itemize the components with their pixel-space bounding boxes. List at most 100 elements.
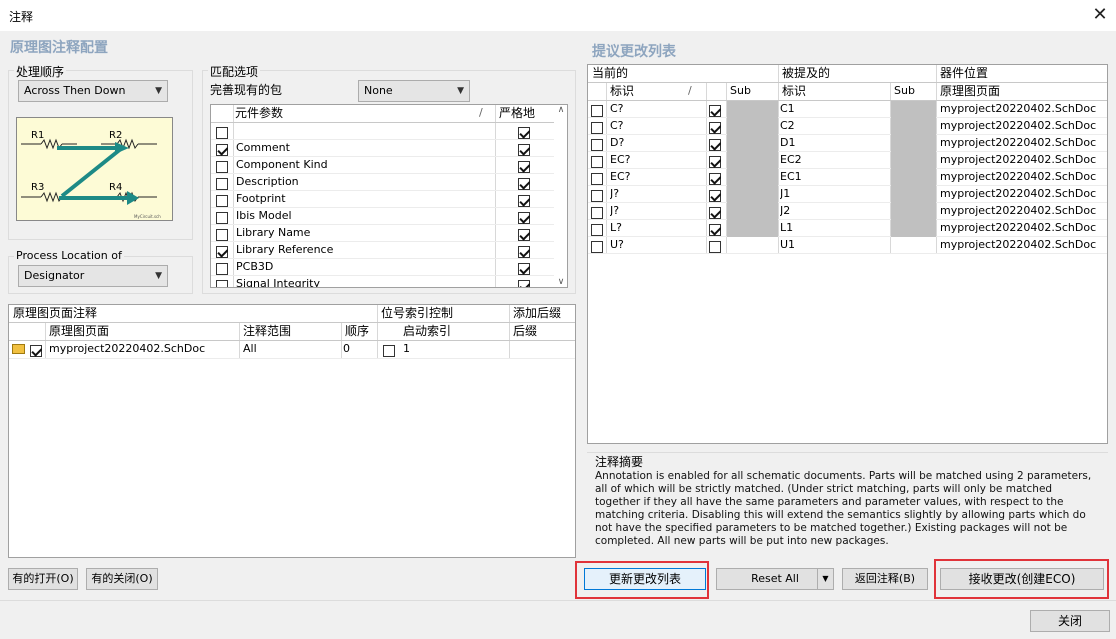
scroll-down-icon[interactable]: ∨ bbox=[554, 277, 567, 287]
col-current-id[interactable]: 标识 bbox=[610, 83, 634, 100]
current-id: D? bbox=[610, 136, 625, 149]
right-section-title: 提议更改列表 bbox=[592, 44, 676, 60]
sheet-row-checkbox[interactable] bbox=[30, 343, 42, 360]
param-row[interactable]: PCB3D bbox=[211, 259, 567, 276]
proposed-id: J1 bbox=[780, 187, 791, 200]
col-page[interactable]: 原理图页面 bbox=[49, 323, 109, 340]
accept-changes-button[interactable]: 接收更改(创建ECO) bbox=[940, 568, 1104, 590]
location-label: Process Location of bbox=[14, 249, 124, 262]
row-select-checkbox[interactable] bbox=[591, 239, 603, 256]
index-group-label: 位号索引控制 bbox=[381, 306, 454, 320]
col-suffix[interactable]: 后缀 bbox=[513, 323, 537, 340]
current-sub-checkbox[interactable] bbox=[709, 239, 721, 256]
param-row[interactable]: Signal Integrity bbox=[211, 276, 567, 287]
chevron-down-icon: ▼ bbox=[457, 86, 464, 96]
change-row[interactable]: EC? EC1 myproject20220402.SchDoc bbox=[588, 169, 1107, 186]
location-page: myproject20220402.SchDoc bbox=[940, 238, 1097, 251]
chevron-down-icon: ▼ bbox=[155, 271, 162, 281]
param-row[interactable] bbox=[211, 123, 567, 140]
summary-label: 注释摘要 bbox=[595, 455, 644, 469]
strict-checkbox[interactable] bbox=[518, 278, 530, 287]
change-row[interactable]: J? J2 myproject20220402.SchDoc bbox=[588, 203, 1107, 220]
proposed-id: J2 bbox=[780, 204, 791, 217]
param-col-header[interactable]: 元件参数 bbox=[235, 105, 283, 122]
change-row[interactable]: J? J1 myproject20220402.SchDoc bbox=[588, 186, 1107, 203]
param-name: Component Kind bbox=[236, 158, 328, 171]
current-id: J? bbox=[610, 204, 620, 217]
param-name: Library Name bbox=[236, 226, 311, 239]
current-sub bbox=[727, 169, 778, 186]
sheet-row[interactable]: myproject20220402.SchDoc All 0 1 bbox=[9, 341, 575, 359]
open-all-button[interactable]: 有的打开(O) bbox=[8, 568, 78, 590]
param-name: Ibis Model bbox=[236, 209, 292, 222]
close-all-button[interactable]: 有的关闭(O) bbox=[86, 568, 158, 590]
reset-all-label: Reset All bbox=[751, 572, 799, 585]
order-select-value: Across Then Down bbox=[24, 84, 126, 97]
changes-col-header: 标识 / Sub 标识 Sub 原理图页面 bbox=[588, 83, 1107, 101]
complete-packages-value: None bbox=[364, 84, 393, 97]
current-sub bbox=[727, 135, 778, 152]
change-row[interactable]: C? C2 myproject20220402.SchDoc bbox=[588, 118, 1107, 135]
current-id: J? bbox=[610, 187, 620, 200]
proposed-id: C1 bbox=[780, 102, 795, 115]
change-row[interactable]: U? U1 myproject20220402.SchDoc bbox=[588, 237, 1107, 254]
strict-col-header[interactable]: 严格地 bbox=[499, 105, 535, 122]
param-row[interactable]: Description bbox=[211, 174, 567, 191]
r2-label: R2 bbox=[109, 130, 122, 141]
param-name: Description bbox=[236, 175, 299, 188]
col-scope[interactable]: 注释范围 bbox=[243, 323, 291, 340]
chevron-down-icon[interactable]: ▼ bbox=[817, 569, 833, 589]
sheet-row-scope[interactable]: All bbox=[243, 341, 257, 358]
param-scrollbar[interactable]: ∧ ∨ bbox=[554, 105, 567, 287]
change-row[interactable]: D? D1 myproject20220402.SchDoc bbox=[588, 135, 1107, 152]
location-page: myproject20220402.SchDoc bbox=[940, 119, 1097, 132]
complete-packages-select[interactable]: None ▼ bbox=[358, 80, 470, 102]
title-bar bbox=[0, 0, 1116, 31]
current-id: EC? bbox=[610, 170, 631, 183]
location-page: myproject20220402.SchDoc bbox=[940, 153, 1097, 166]
param-row[interactable]: Library Reference bbox=[211, 242, 567, 259]
col-current-sub[interactable]: Sub bbox=[730, 83, 751, 100]
back-annotate-button[interactable]: 返回注释(B) bbox=[842, 568, 928, 590]
footer-divider bbox=[0, 600, 1116, 601]
proposed-sub bbox=[891, 169, 936, 186]
proposed-id: D1 bbox=[780, 136, 796, 149]
proposed-sub bbox=[891, 237, 936, 254]
close-icon[interactable]: ✕ bbox=[1086, 2, 1114, 28]
close-button[interactable]: 关闭 bbox=[1030, 610, 1110, 632]
update-changes-button[interactable]: 更新更改列表 bbox=[584, 568, 706, 590]
col-proposed-sub[interactable]: Sub bbox=[894, 83, 915, 100]
schdoc-icon bbox=[12, 344, 25, 354]
change-row[interactable]: EC? EC2 myproject20220402.SchDoc bbox=[588, 152, 1107, 169]
suffix-group-label: 添加后缀 bbox=[513, 306, 562, 320]
param-table: 元件参数 / 严格地 Comment Component Kind Descript… bbox=[210, 104, 568, 288]
scroll-up-icon[interactable]: ∧ bbox=[554, 105, 567, 115]
changes-table: 当前的 被提及的 器件位置 标识 / Sub 标识 Sub 原理图页面 C? C1… bbox=[587, 64, 1108, 444]
param-row[interactable]: Library Name bbox=[211, 225, 567, 242]
sheet-row-start-checkbox[interactable] bbox=[383, 343, 395, 360]
left-section-title: 原理图注释配置 bbox=[10, 40, 108, 56]
change-row[interactable]: L? L1 myproject20220402.SchDoc bbox=[588, 220, 1107, 237]
proposed-id: U1 bbox=[780, 238, 796, 251]
location-select[interactable]: Designator ▼ bbox=[18, 265, 168, 287]
col-order[interactable]: 顺序 bbox=[345, 323, 369, 340]
change-row[interactable]: C? C1 myproject20220402.SchDoc bbox=[588, 101, 1107, 118]
col-proposed-id[interactable]: 标识 bbox=[782, 83, 806, 100]
param-row[interactable]: Ibis Model bbox=[211, 208, 567, 225]
param-row[interactable]: Component Kind bbox=[211, 157, 567, 174]
sheet-row-order[interactable]: 0 bbox=[343, 341, 350, 358]
proposed-sub bbox=[891, 152, 936, 169]
col-start[interactable]: 启动索引 bbox=[403, 323, 451, 340]
sheet-row-start[interactable]: 1 bbox=[403, 341, 410, 358]
param-row[interactable]: Comment bbox=[211, 140, 567, 157]
window-title: 注释 bbox=[9, 10, 34, 24]
col-page[interactable]: 原理图页面 bbox=[940, 83, 1000, 100]
reset-all-button[interactable]: Reset All ▼ bbox=[716, 568, 834, 590]
param-checkbox[interactable] bbox=[216, 278, 228, 287]
current-sub bbox=[727, 203, 778, 220]
sheet-group-label: 原理图页面注释 bbox=[13, 306, 98, 320]
param-row[interactable]: Footprint bbox=[211, 191, 567, 208]
r3-label: R3 bbox=[31, 182, 44, 193]
order-diagram-svg: R1 R2 R3 R4 MyCircuit.sch bbox=[21, 130, 161, 219]
order-select[interactable]: Across Then Down ▼ bbox=[18, 80, 168, 102]
